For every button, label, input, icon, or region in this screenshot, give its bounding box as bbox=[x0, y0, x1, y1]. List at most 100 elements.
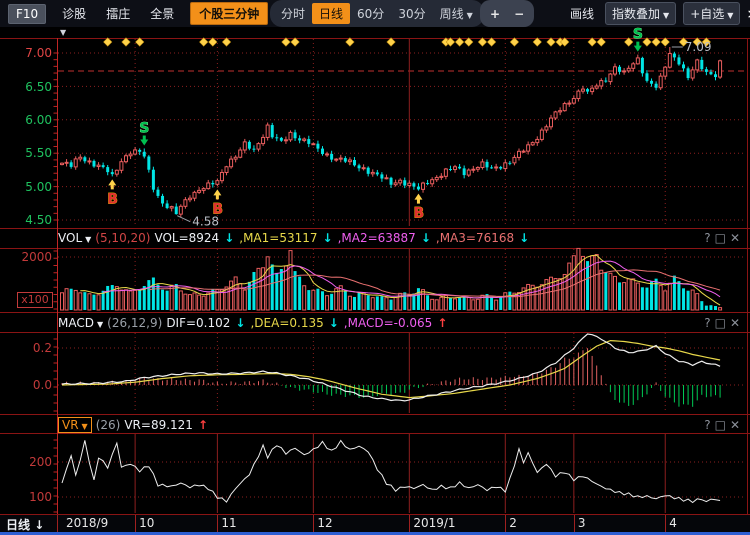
menu-diagnose[interactable]: 诊股 bbox=[58, 3, 90, 24]
date-separator bbox=[574, 515, 575, 532]
down-arrow-icon: ↓ bbox=[30, 518, 44, 532]
date-separator bbox=[505, 515, 506, 532]
tab-weekly[interactable]: 周线▼ bbox=[433, 3, 480, 24]
macd-params: (26,12,9) bbox=[107, 316, 162, 330]
price-axis-label: 4.50 bbox=[2, 214, 52, 226]
date-separator bbox=[135, 515, 136, 532]
down-arrow-icon: ↓ bbox=[323, 231, 333, 245]
menu-panorama[interactable]: 全景 bbox=[146, 3, 178, 24]
chevron-down-icon: ▼ bbox=[82, 422, 88, 431]
index-overlay-button[interactable]: 指数叠加▼ bbox=[605, 2, 676, 25]
svg-text:B: B bbox=[413, 206, 424, 222]
close-icon[interactable]: ✕ bbox=[730, 231, 744, 245]
date-label: 4 bbox=[669, 516, 677, 530]
period-switcher: 分时 日线 60分 30分 周线▼ bbox=[270, 0, 484, 27]
date-label: 12 bbox=[317, 516, 332, 530]
vol-ma2: ,MA2=63887 bbox=[338, 231, 416, 245]
tab-daily[interactable]: 日线 bbox=[312, 3, 350, 24]
tab-30min[interactable]: 30分 bbox=[391, 3, 432, 24]
menu-leizhuang[interactable]: 擂庄 bbox=[102, 3, 134, 24]
chart-dropdown-icon[interactable]: ▼ bbox=[60, 28, 66, 37]
add-watchlist-button[interactable]: +自选▼ bbox=[683, 2, 740, 25]
up-arrow-icon: ↑ bbox=[198, 418, 208, 432]
tab-60min[interactable]: 60分 bbox=[350, 3, 391, 24]
vol-params: (5,10,20) bbox=[95, 231, 150, 245]
close-icon[interactable]: ✕ bbox=[730, 418, 744, 432]
vol-ma1: ,MA1=53117 bbox=[239, 231, 317, 245]
chevron-down-icon: ▼ bbox=[467, 11, 473, 20]
f10-button[interactable]: F10 bbox=[8, 4, 46, 24]
vol-ma3: ,MA3=76168 bbox=[436, 231, 514, 245]
vr-pane-header: VR▼ (26) VR=89.121 ↑ ?□✕ bbox=[58, 416, 746, 434]
vol-pane-header: VOL▼ (5,10,20) VOL=8924 ↓ ,MA1=53117 ↓ ,… bbox=[58, 229, 746, 247]
down-arrow-icon: ↓ bbox=[519, 231, 529, 245]
macd-dea: ,DEA=0.135 bbox=[250, 316, 323, 330]
top-toolbar: F10 诊股 擂庄 全景 个股三分钟 分时 日线 60分 30分 周线▼ + −… bbox=[0, 0, 750, 27]
vr-line bbox=[62, 440, 720, 502]
macd-histogram bbox=[62, 348, 720, 407]
price-axis-label: 6.50 bbox=[2, 81, 52, 93]
date-separator bbox=[409, 515, 410, 532]
date-label: 2 bbox=[509, 516, 517, 530]
vr-value: VR=89.121 bbox=[124, 418, 193, 432]
price-axis-label: 6.00 bbox=[2, 114, 52, 126]
down-arrow-icon: ↓ bbox=[224, 231, 234, 245]
date-separator bbox=[313, 515, 314, 532]
macd-indicator-selector[interactable]: MACD▼ bbox=[58, 316, 103, 330]
price-axis-label: 7.00 bbox=[2, 47, 52, 59]
candlesticks bbox=[61, 47, 722, 217]
close-icon[interactable]: ✕ bbox=[730, 316, 744, 330]
stock-3min-button[interactable]: 个股三分钟 bbox=[190, 2, 268, 25]
price-axis-label: 5.50 bbox=[2, 147, 52, 159]
zoom-in-button[interactable]: + bbox=[490, 5, 500, 23]
grid-lines bbox=[58, 39, 746, 513]
vol-axis-label: 2000 bbox=[2, 251, 52, 263]
date-label: 3 bbox=[578, 516, 586, 530]
down-arrow-icon: ↓ bbox=[421, 231, 431, 245]
macd-dif: DIF=0.102 bbox=[166, 316, 230, 330]
vol-value: VOL=8924 bbox=[154, 231, 219, 245]
maximize-icon[interactable]: □ bbox=[715, 316, 730, 330]
macd-axis-label: 0.0 bbox=[2, 379, 52, 391]
pane-separators bbox=[0, 38, 750, 515]
trading-app-window: BSBBS4.587.09 F10 诊股 擂庄 全景 个股三分钟 分时 日线 6… bbox=[0, 0, 750, 535]
trade-signals: BSBBS bbox=[107, 27, 643, 222]
macd-pane-header: MACD▼ (26,12,9) DIF=0.102 ↓ ,DEA=0.135 ↓… bbox=[58, 314, 746, 332]
maximize-icon[interactable]: □ bbox=[715, 418, 730, 432]
date-axis-bar: 日线 ↓ 2018/91011122019/1234 bbox=[0, 515, 750, 532]
tab-fenshi[interactable]: 分时 bbox=[274, 3, 312, 24]
help-icon[interactable]: ? bbox=[704, 316, 714, 330]
down-arrow-icon: ↓ bbox=[329, 316, 339, 330]
vol-indicator-selector[interactable]: VOL▼ bbox=[58, 231, 91, 245]
date-label: 10 bbox=[139, 516, 154, 530]
help-icon[interactable]: ? bbox=[704, 231, 714, 245]
help-icon[interactable]: ? bbox=[704, 418, 714, 432]
maximize-icon[interactable]: □ bbox=[715, 231, 730, 245]
zoom-out-button[interactable]: − bbox=[514, 5, 524, 23]
chevron-down-icon: ▼ bbox=[663, 11, 669, 20]
date-separator bbox=[57, 515, 58, 532]
macd-axis-label: 0.2 bbox=[2, 342, 52, 354]
svg-text:B: B bbox=[107, 191, 118, 207]
vr-axis-label: 200 bbox=[2, 456, 52, 468]
zoom-controls: + − bbox=[480, 0, 534, 27]
toolbar-right: 画线 指数叠加▼ +自选▼ >| bbox=[566, 0, 750, 27]
chart-canvas[interactable]: BSBBS4.587.09 bbox=[0, 0, 750, 535]
vol-unit-label: x100 bbox=[17, 292, 53, 308]
price-axis-label: 5.00 bbox=[2, 181, 52, 193]
chevron-down-icon: ▼ bbox=[85, 235, 91, 244]
pane-buttons: ?□✕ bbox=[704, 316, 744, 330]
svg-text:4.58: 4.58 bbox=[192, 215, 219, 229]
period-indicator: 日线 ↓ bbox=[6, 516, 44, 533]
down-arrow-icon: ↓ bbox=[235, 316, 245, 330]
draw-line-button[interactable]: 画线 bbox=[566, 3, 598, 24]
date-label: 11 bbox=[221, 516, 236, 530]
up-arrow-icon: ↑ bbox=[437, 316, 447, 330]
vr-axis-label: 100 bbox=[2, 491, 52, 503]
pane-buttons: ?□✕ bbox=[704, 231, 744, 245]
volume-bars bbox=[61, 248, 722, 310]
macd-value: ,MACD=-0.065 bbox=[344, 316, 433, 330]
vr-params: (26) bbox=[96, 418, 121, 432]
svg-text:7.09: 7.09 bbox=[685, 40, 712, 54]
vr-indicator-selector[interactable]: VR▼ bbox=[58, 417, 92, 433]
